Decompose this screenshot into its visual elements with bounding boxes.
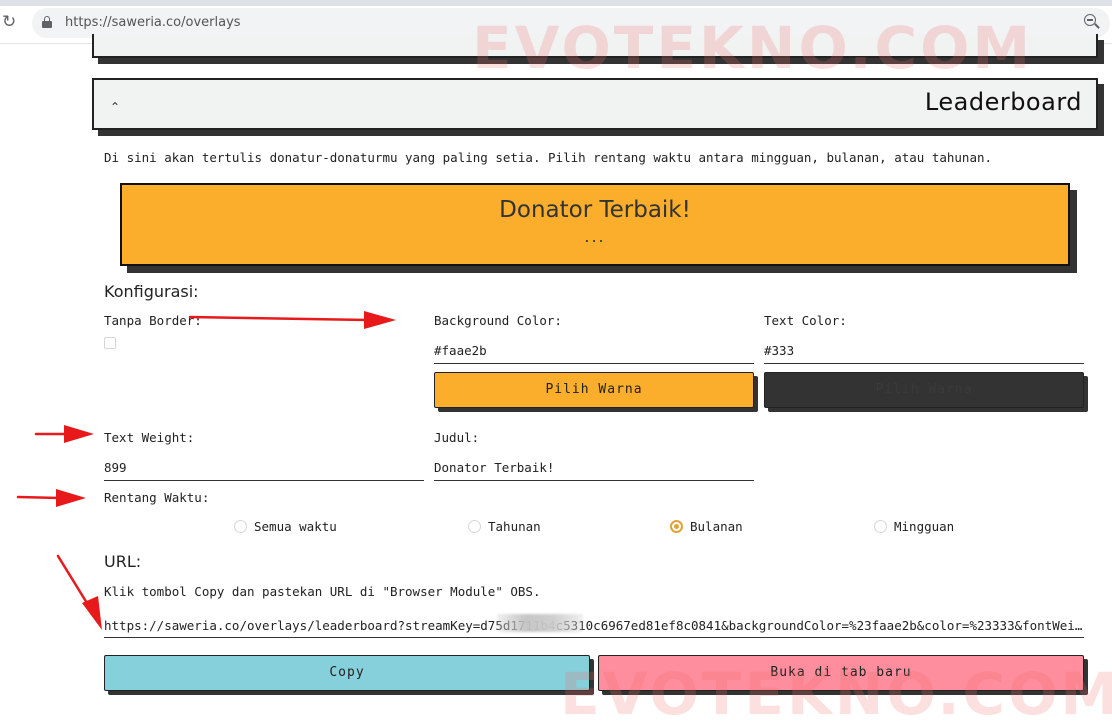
- radio-button[interactable]: [234, 520, 247, 533]
- lock-icon: [42, 16, 52, 28]
- text-color-label: Text Color:: [764, 313, 847, 328]
- preview-title: Donator Terbaik!: [499, 197, 691, 223]
- browser-tab-strip: [0, 0, 1112, 6]
- radio-label: Mingguan: [894, 519, 955, 534]
- copy-button[interactable]: Copy: [104, 655, 590, 691]
- address-bar-url[interactable]: https://saweria.co/overlays: [65, 15, 241, 30]
- radio-mingguan[interactable]: Mingguan: [874, 519, 954, 534]
- preview-loading-dots: ...: [584, 227, 606, 246]
- arrow-icon: [16, 489, 86, 507]
- background-color-label: Background Color:: [434, 313, 562, 328]
- background-color-input[interactable]: #faae2b: [434, 338, 754, 364]
- radio-button-selected[interactable]: [670, 520, 683, 533]
- radio-label: Semua waktu: [254, 519, 337, 534]
- radio-label: Tahunan: [488, 519, 541, 534]
- text-color-input[interactable]: #333: [764, 338, 1084, 364]
- radio-button[interactable]: [874, 520, 887, 533]
- previous-overlay-panel[interactable]: [92, 34, 1098, 58]
- reload-icon[interactable]: ↻: [2, 12, 20, 32]
- arrow-icon: [34, 425, 94, 443]
- zoom-icon[interactable]: [1084, 14, 1100, 30]
- judul-label: Judul:: [434, 430, 480, 445]
- radio-bulanan[interactable]: Bulanan: [670, 519, 743, 534]
- tanpa-border-label: Tanpa Border:: [104, 313, 202, 328]
- url-hint: Klik tombol Copy dan pastekan URL di "Br…: [104, 584, 541, 599]
- radio-button[interactable]: [468, 520, 481, 533]
- arrow-icon: [188, 311, 396, 329]
- radio-label: Bulanan: [690, 519, 743, 534]
- text-weight-label: Text Weight:: [104, 430, 195, 445]
- judul-input[interactable]: Donator Terbaik!: [434, 455, 754, 481]
- radio-tahunan[interactable]: Tahunan: [468, 519, 541, 534]
- leaderboard-description: Di sini akan tertulis donatur-donaturmu …: [104, 150, 993, 165]
- url-heading: URL:: [104, 552, 142, 571]
- pick-text-color-button[interactable]: Pilih Warna: [764, 372, 1084, 408]
- leaderboard-accordion-header[interactable]: ⌃ Leaderboard: [92, 78, 1098, 130]
- tanpa-border-checkbox[interactable]: [104, 337, 116, 349]
- arrow-icon: [56, 554, 102, 630]
- chevron-up-icon[interactable]: ⌃: [110, 100, 120, 114]
- pick-background-color-button[interactable]: Pilih Warna: [434, 372, 754, 408]
- overlay-url-input[interactable]: https://saweria.co/overlays/leaderboard?…: [104, 612, 1084, 638]
- leaderboard-title: Leaderboard: [924, 88, 1082, 116]
- redacted-stream-key: [497, 614, 583, 632]
- config-heading: Konfigurasi:: [104, 282, 199, 301]
- rentang-waktu-label: Rentang Waktu:: [104, 490, 210, 505]
- open-new-tab-button[interactable]: Buka di tab baru: [598, 655, 1084, 691]
- radio-semua-waktu[interactable]: Semua waktu: [234, 519, 337, 534]
- text-weight-input[interactable]: 899: [104, 455, 424, 481]
- leaderboard-preview: Donator Terbaik! ...: [120, 183, 1070, 266]
